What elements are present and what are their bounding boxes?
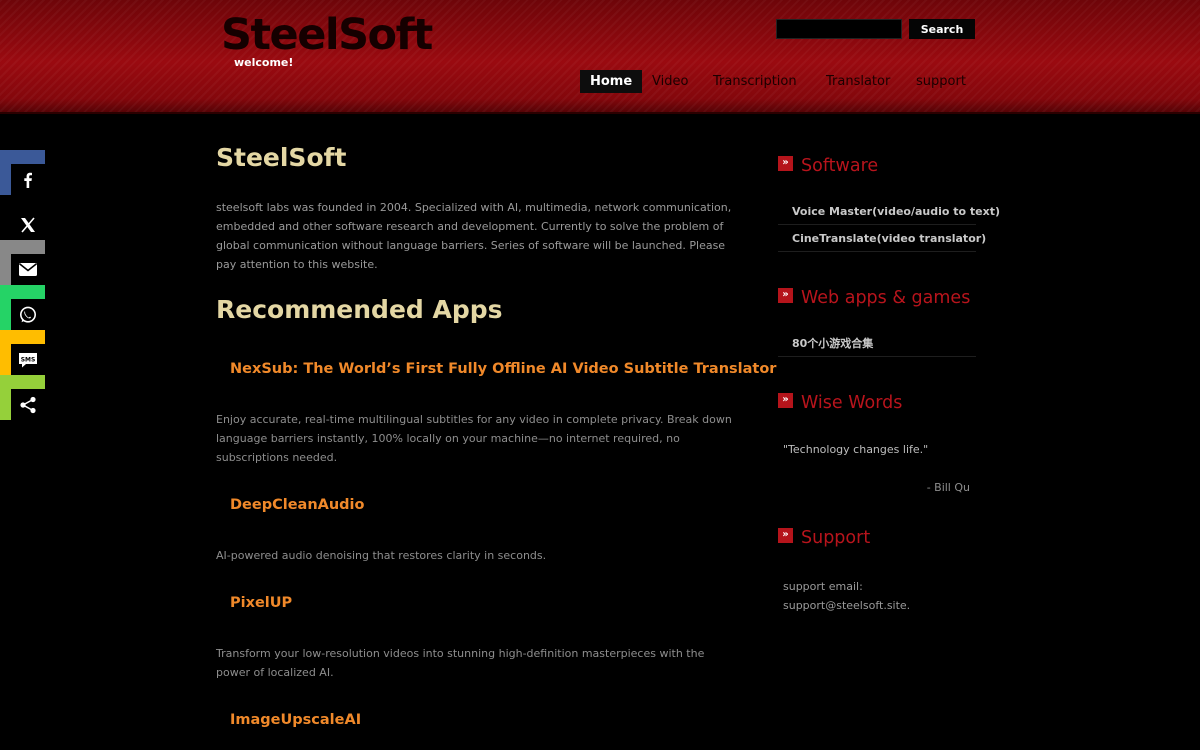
support-title: Support xyxy=(801,528,871,548)
whatsapp-icon xyxy=(11,299,45,330)
facebook-icon xyxy=(11,164,45,195)
sidebar-link-voice-master[interactable]: Voice Master(video/audio to text) xyxy=(778,199,1000,225)
share-email-button[interactable] xyxy=(0,240,45,285)
app-title-pixelup[interactable]: PixelUP xyxy=(230,595,292,611)
about-text: steelsoft labs was founded in 2004. Spec… xyxy=(216,201,732,271)
page-title: SteelSoft xyxy=(216,143,347,172)
sms-icon: SMS xyxy=(11,344,45,375)
recommended-apps-heading: Recommended Apps xyxy=(216,295,503,324)
share-x-button[interactable] xyxy=(0,195,45,240)
support-email-address[interactable]: support@steelsoft.site. xyxy=(783,596,910,615)
app-title-imageupscaleai[interactable]: ImageUpscaleAI xyxy=(230,712,361,728)
nav-support[interactable]: support xyxy=(916,70,966,93)
nav-home[interactable]: Home xyxy=(580,70,643,93)
app-title-deepcleanaudio[interactable]: DeepCleanAudio xyxy=(230,497,365,513)
app-title-nexsub[interactable]: NexSub: The World’s First Fully Offline … xyxy=(230,361,776,377)
share-sms-button[interactable]: SMS xyxy=(0,330,45,375)
sidebar-link-cinetranslate[interactable]: CineTranslate(video translator) xyxy=(778,226,986,252)
double-chevron-icon: » xyxy=(778,288,793,303)
sidebar-link-mini-games[interactable]: 80个小游戏合集 xyxy=(778,331,976,357)
svg-text:SMS: SMS xyxy=(21,356,36,363)
app-desc-deepcleanaudio: AI-powered audio denoising that restores… xyxy=(216,549,547,562)
double-chevron-icon: » xyxy=(778,393,793,408)
share-icon xyxy=(11,389,45,420)
webapps-title: Web apps & games xyxy=(801,288,971,308)
email-icon xyxy=(11,254,45,285)
quote-author: - Bill Qu xyxy=(926,481,970,494)
app-desc-pixelup: Transform your low-resolution videos int… xyxy=(216,647,705,679)
nav-translator[interactable]: Translator xyxy=(826,70,890,93)
quote-text: "Technology changes life." xyxy=(783,443,929,456)
nav-transcription[interactable]: Transcription xyxy=(713,70,797,93)
share-more-button[interactable] xyxy=(0,375,45,420)
wise-words-title: Wise Words xyxy=(801,393,903,413)
share-facebook-button[interactable] xyxy=(0,150,45,195)
share-whatsapp-button[interactable] xyxy=(0,285,45,330)
nav-video[interactable]: Video xyxy=(652,70,688,93)
double-chevron-icon: » xyxy=(778,528,793,543)
software-title: Software xyxy=(801,156,879,176)
double-chevron-icon: » xyxy=(778,156,793,171)
search-input[interactable] xyxy=(776,19,902,39)
support-email-label: support email: xyxy=(783,580,863,593)
search-button[interactable]: Search xyxy=(909,19,975,39)
x-icon xyxy=(11,209,45,240)
tagline: welcome! xyxy=(234,56,294,69)
site-header: SteelSoft welcome! Search Home Video Tra… xyxy=(0,0,1200,114)
social-share-bar: SMS xyxy=(0,150,45,420)
app-desc-nexsub: Enjoy accurate, real-time multilingual s… xyxy=(216,413,732,464)
support-info: support email: support@steelsoft.site. xyxy=(783,577,910,615)
